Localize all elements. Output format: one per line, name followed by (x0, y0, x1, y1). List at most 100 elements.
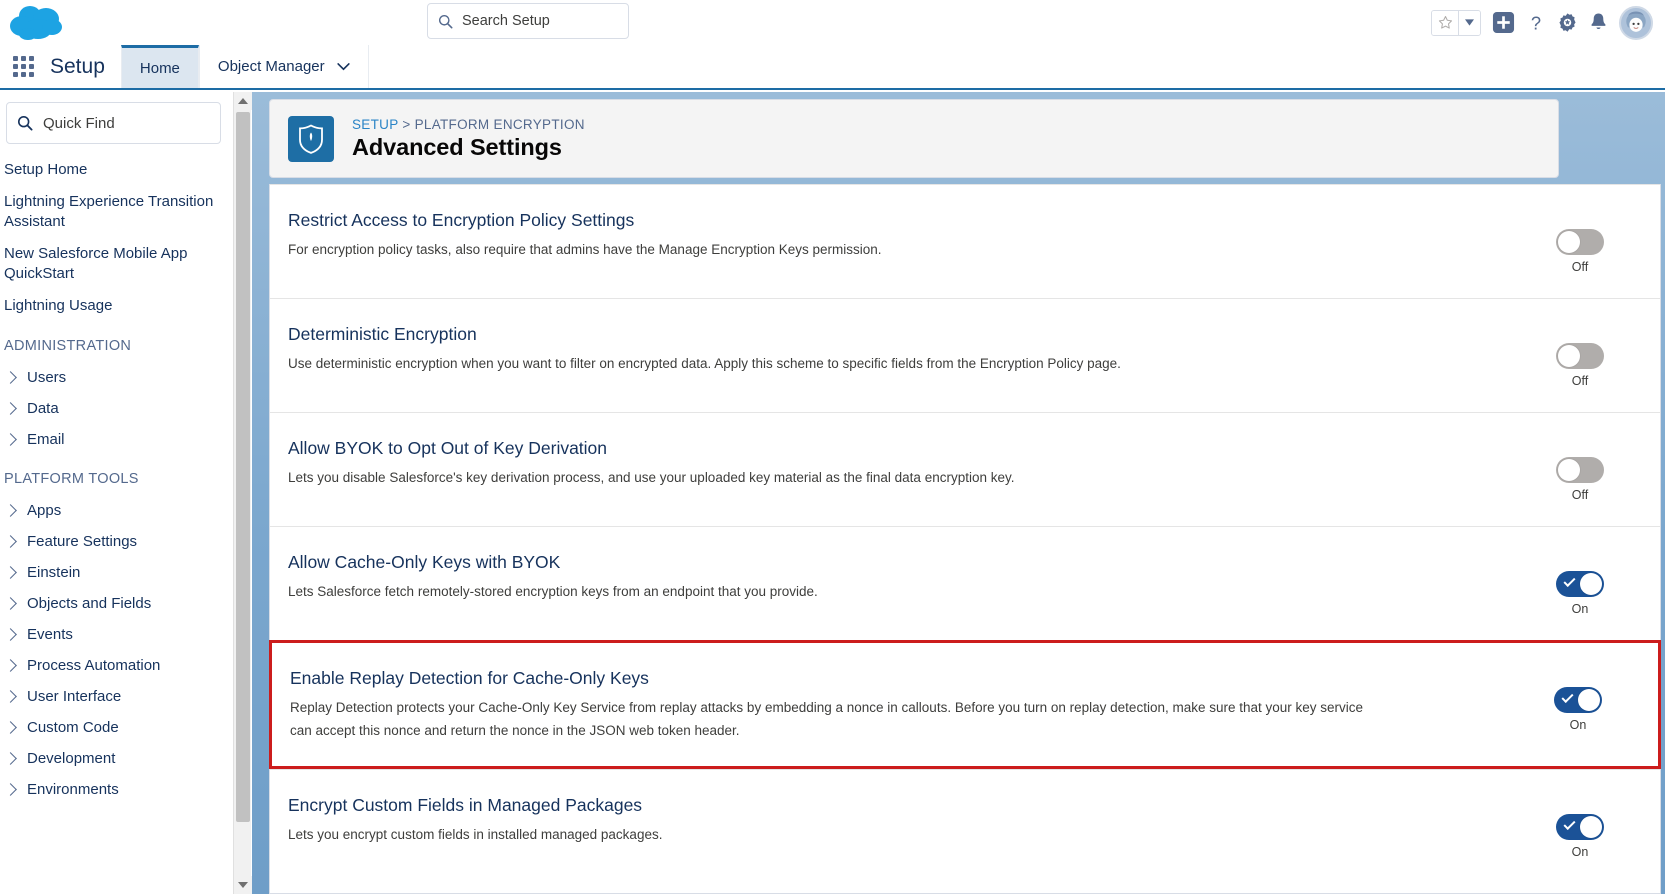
sidebar-item-events[interactable]: Events (0, 619, 233, 650)
sidebar-item-label: Process Automation (27, 657, 160, 674)
sidebar-item-feature-settings[interactable]: Feature Settings (0, 526, 233, 557)
toggle-knob (1558, 231, 1580, 253)
setting-row: Restrict Access to Encryption Policy Set… (270, 184, 1660, 298)
tab-home[interactable]: Home (121, 45, 199, 88)
chevron-right-icon (4, 535, 17, 548)
global-actions-plus-icon[interactable] (1492, 11, 1515, 34)
app-name-label: Setup (46, 45, 121, 88)
breadcrumb: SETUP > PLATFORM ENCRYPTION (352, 117, 585, 132)
setting-description: Lets you disable Salesforce's key deriva… (288, 466, 1378, 489)
favorites-star-icon[interactable] (1432, 11, 1458, 35)
toggle-enable-replay-detection-for-cache-only-keys[interactable] (1554, 687, 1602, 713)
tab-object-manager[interactable]: Object Manager (199, 45, 369, 88)
breadcrumb-setup-link[interactable]: SETUP (352, 117, 398, 132)
toggle-deterministic-encryption[interactable] (1556, 343, 1604, 369)
scroll-up-arrow-icon[interactable] (234, 92, 252, 110)
search-input[interactable] (462, 13, 622, 29)
setting-row: Allow BYOK to Opt Out of Key Derivation … (270, 412, 1660, 526)
sidebar-item-custom-code[interactable]: Custom Code (0, 712, 233, 743)
sidebar-item-user-interface[interactable]: User Interface (0, 681, 233, 712)
chevron-right-icon (4, 659, 17, 672)
setup-gear-icon[interactable] (1557, 12, 1578, 33)
notifications-bell-icon[interactable] (1589, 12, 1608, 33)
toggle-allow-cache-only-keys-with-byok[interactable] (1556, 571, 1604, 597)
global-search-box[interactable] (427, 3, 629, 39)
chevron-right-icon (4, 402, 17, 415)
chevron-right-icon (4, 721, 17, 734)
sidebar-item-label: Events (27, 626, 73, 643)
chevron-right-icon (4, 566, 17, 579)
setting-row: Encrypt Custom Fields in Managed Package… (270, 769, 1660, 883)
favorites-dropdown-icon[interactable] (1458, 11, 1480, 35)
breadcrumb-separator: > (402, 117, 410, 132)
toggle-state-label: On (1572, 845, 1589, 859)
toggle-allow-byok-to-opt-out-of-key-derivation[interactable] (1556, 457, 1604, 483)
chevron-right-icon (4, 690, 17, 703)
user-avatar[interactable] (1619, 6, 1653, 40)
setting-title: Encrypt Custom Fields in Managed Package… (288, 794, 1470, 816)
quick-find-box[interactable] (6, 102, 221, 144)
checkmark-icon (1561, 691, 1573, 703)
sidebar-item-data[interactable]: Data (0, 393, 233, 424)
setting-toggle-cell: On (1498, 667, 1658, 732)
setting-text: Allow BYOK to Opt Out of Key Derivation … (270, 437, 1500, 489)
chevron-right-icon (4, 783, 17, 796)
help-icon[interactable]: ? (1526, 12, 1546, 34)
setting-title: Allow Cache-Only Keys with BYOK (288, 551, 1470, 573)
scroll-down-arrow-icon[interactable] (234, 876, 252, 894)
setting-title: Allow BYOK to Opt Out of Key Derivation (288, 437, 1470, 459)
sidebar-item-email[interactable]: Email (0, 424, 233, 455)
setting-toggle-cell: On (1500, 794, 1660, 859)
sidebar-item-objects-and-fields[interactable]: Objects and Fields (0, 588, 233, 619)
toggle-knob (1558, 345, 1580, 367)
setting-row-highlighted: Enable Replay Detection for Cache-Only K… (269, 640, 1661, 769)
chevron-right-icon (4, 371, 17, 384)
sidebar-item-setup-home[interactable]: Setup Home (0, 154, 233, 186)
tab-home-label: Home (140, 60, 180, 77)
toggle-restrict-access-to-encryption-policy-settings[interactable] (1556, 229, 1604, 255)
setting-description: Lets you encrypt custom fields in instal… (288, 823, 1378, 846)
setting-description: Replay Detection protects your Cache-Onl… (290, 696, 1380, 742)
salesforce-cloud-logo[interactable] (8, 2, 70, 44)
global-header: ? (0, 0, 1665, 45)
setup-sidebar: Setup Home Lightning Experience Transiti… (0, 92, 233, 894)
sidebar-item-label: Einstein (27, 564, 80, 581)
setting-text: Allow Cache-Only Keys with BYOK Lets Sal… (270, 551, 1500, 603)
sidebar-item-process-automation[interactable]: Process Automation (0, 650, 233, 681)
setting-row: Allow Cache-Only Keys with BYOK Lets Sal… (270, 526, 1660, 640)
sidebar-item-new-salesforce-mobile-app-quickstart[interactable]: New Salesforce Mobile App QuickStart (0, 238, 233, 290)
sidebar-item-users[interactable]: Users (0, 362, 233, 393)
tab-object-manager-label: Object Manager (218, 58, 325, 75)
sidebar-item-label: Data (27, 400, 59, 417)
setting-description: For encryption policy tasks, also requir… (288, 238, 1378, 261)
sidebar-item-label: Environments (27, 781, 119, 798)
sidebar-item-label: Development (27, 750, 115, 767)
page-header: SETUP > PLATFORM ENCRYPTION Advanced Set… (269, 99, 1559, 178)
sidebar-item-label: Objects and Fields (27, 595, 151, 612)
sidebar-item-environments[interactable]: Environments (0, 774, 233, 805)
quick-find-input[interactable] (43, 115, 193, 132)
toggle-knob (1580, 573, 1602, 595)
sidebar-item-lightning-experience-transition-assistant[interactable]: Lightning Experience Transition Assistan… (0, 186, 233, 238)
sidebar-section-administration: ADMINISTRATION (0, 322, 233, 362)
sidebar-item-apps[interactable]: Apps (0, 495, 233, 526)
sidebar-item-einstein[interactable]: Einstein (0, 557, 233, 588)
app-launcher-waffle-icon[interactable] (0, 45, 46, 88)
setting-toggle-cell: Off (1500, 437, 1660, 502)
toggle-knob (1578, 689, 1600, 711)
sidebar-item-lightning-usage[interactable]: Lightning Usage (0, 290, 233, 322)
toggle-state-label: On (1570, 718, 1587, 732)
sidebar-item-label: Users (27, 369, 66, 386)
search-icon (428, 14, 462, 29)
toggle-state-label: On (1572, 602, 1589, 616)
setting-title: Deterministic Encryption (288, 323, 1470, 345)
svg-text:?: ? (1531, 12, 1541, 33)
setup-nav-bar: Setup Home Object Manager (0, 45, 1665, 90)
favorites-group[interactable] (1431, 10, 1481, 36)
toggle-encrypt-custom-fields-in-managed-packages[interactable] (1556, 814, 1604, 840)
setting-text: Enable Replay Detection for Cache-Only K… (272, 667, 1498, 742)
sidebar-scrollbar[interactable] (233, 92, 251, 894)
sidebar-item-development[interactable]: Development (0, 743, 233, 774)
setting-text: Encrypt Custom Fields in Managed Package… (270, 794, 1500, 846)
scrollbar-thumb[interactable] (236, 112, 250, 822)
